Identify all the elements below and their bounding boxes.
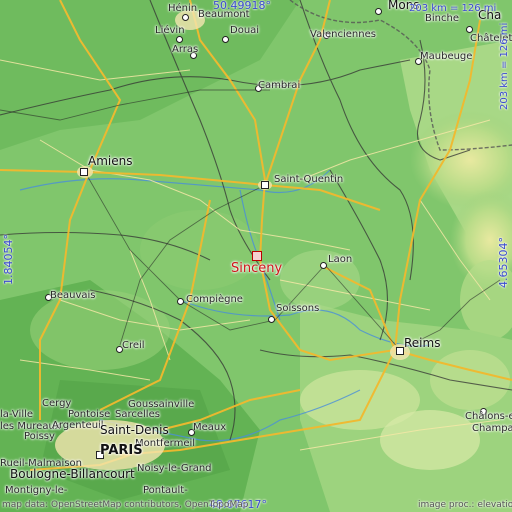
- city-label-creil: Creil: [122, 340, 145, 351]
- city-dot-soissons: [268, 316, 275, 323]
- coord-right: 4.65304°: [497, 237, 510, 288]
- city-label-douai: Douai: [230, 25, 260, 36]
- city-dot-charleroi: [466, 26, 473, 33]
- city-label-sarcelles: Sarcelles: [115, 409, 160, 420]
- city-dot-douai: [222, 36, 229, 43]
- city-label-montigny: Montigny-le-: [5, 485, 68, 496]
- city-label-saint-quentin: Saint-Quentin: [274, 174, 344, 185]
- location-marker-icon[interactable]: [252, 251, 262, 261]
- city-dot-henin: [182, 14, 189, 21]
- city-label-paris: PARIS: [100, 443, 143, 458]
- city-label-beauvais: Beauvais: [50, 290, 96, 301]
- place-name: Sinceny: [231, 261, 283, 276]
- scale-vertical: 203 km = 126 mi: [499, 22, 510, 110]
- city-dot-mons: [375, 8, 382, 15]
- city-label-meaux: Meaux: [193, 422, 227, 433]
- coord-top: 50.49918°: [213, 0, 271, 12]
- city-dot-laon: [320, 262, 327, 269]
- credit-map-data: map data: OpenStreetMap contributors, Op…: [2, 500, 249, 510]
- city-label-valenciennes: Valenciennes: [310, 29, 376, 40]
- city-label-argenteuil: Argenteuil: [52, 420, 104, 431]
- city-label-compiegne: Compiègne: [186, 294, 243, 305]
- city-dot-compiegne: [177, 298, 184, 305]
- city-label-laon: Laon: [328, 254, 353, 265]
- city-dot-reims: [396, 347, 404, 355]
- city-label-reims: Reims: [404, 336, 441, 350]
- city-label-lievin: Liévin: [155, 25, 185, 36]
- city-label-saint-denis: Saint-Denis: [100, 423, 169, 437]
- city-label-arras: Arras: [172, 44, 199, 55]
- city-label-henin: Hénin: [168, 3, 198, 14]
- city-label-goussainville: Goussainville: [128, 399, 195, 410]
- city-label-pontault: Pontault-: [143, 485, 188, 496]
- city-label-boulogne: Boulogne-Billancourt: [10, 467, 135, 481]
- city-label-cergy: Cergy: [42, 398, 72, 409]
- city-label-noisy: Noisy-le-Grand: [137, 463, 212, 474]
- city-label-la-ville: la-Ville: [0, 409, 34, 420]
- coord-left: 1.84054°: [2, 234, 15, 285]
- topographic-map[interactable]: Hénin Beaumont Liévin Douai Arras Valenc…: [0, 0, 512, 512]
- city-label-amiens: Amiens: [88, 154, 133, 168]
- city-dot-amiens: [80, 168, 88, 176]
- city-label-poissy: Poissy: [24, 431, 55, 442]
- city-label-chalons: Châlons-en-: [465, 411, 512, 422]
- city-label-soissons: Soissons: [276, 303, 320, 314]
- city-label-champagne: Champagne: [472, 423, 512, 434]
- city-dot-saint-quentin: [261, 181, 269, 189]
- city-label-binche: Binche: [425, 13, 459, 24]
- city-dot-lievin: [176, 36, 183, 43]
- credit-image-processing: image proc.: elevation.city: [418, 500, 512, 510]
- city-label-pontoise: Pontoise: [68, 409, 111, 420]
- city-label-montfermeil: Montfermeil: [135, 438, 196, 449]
- scale-horizontal: 203 km = 126 mi: [409, 3, 497, 14]
- city-label-cambrai: Cambrai: [258, 80, 301, 91]
- city-label-maubeuge: Maubeuge: [420, 51, 473, 62]
